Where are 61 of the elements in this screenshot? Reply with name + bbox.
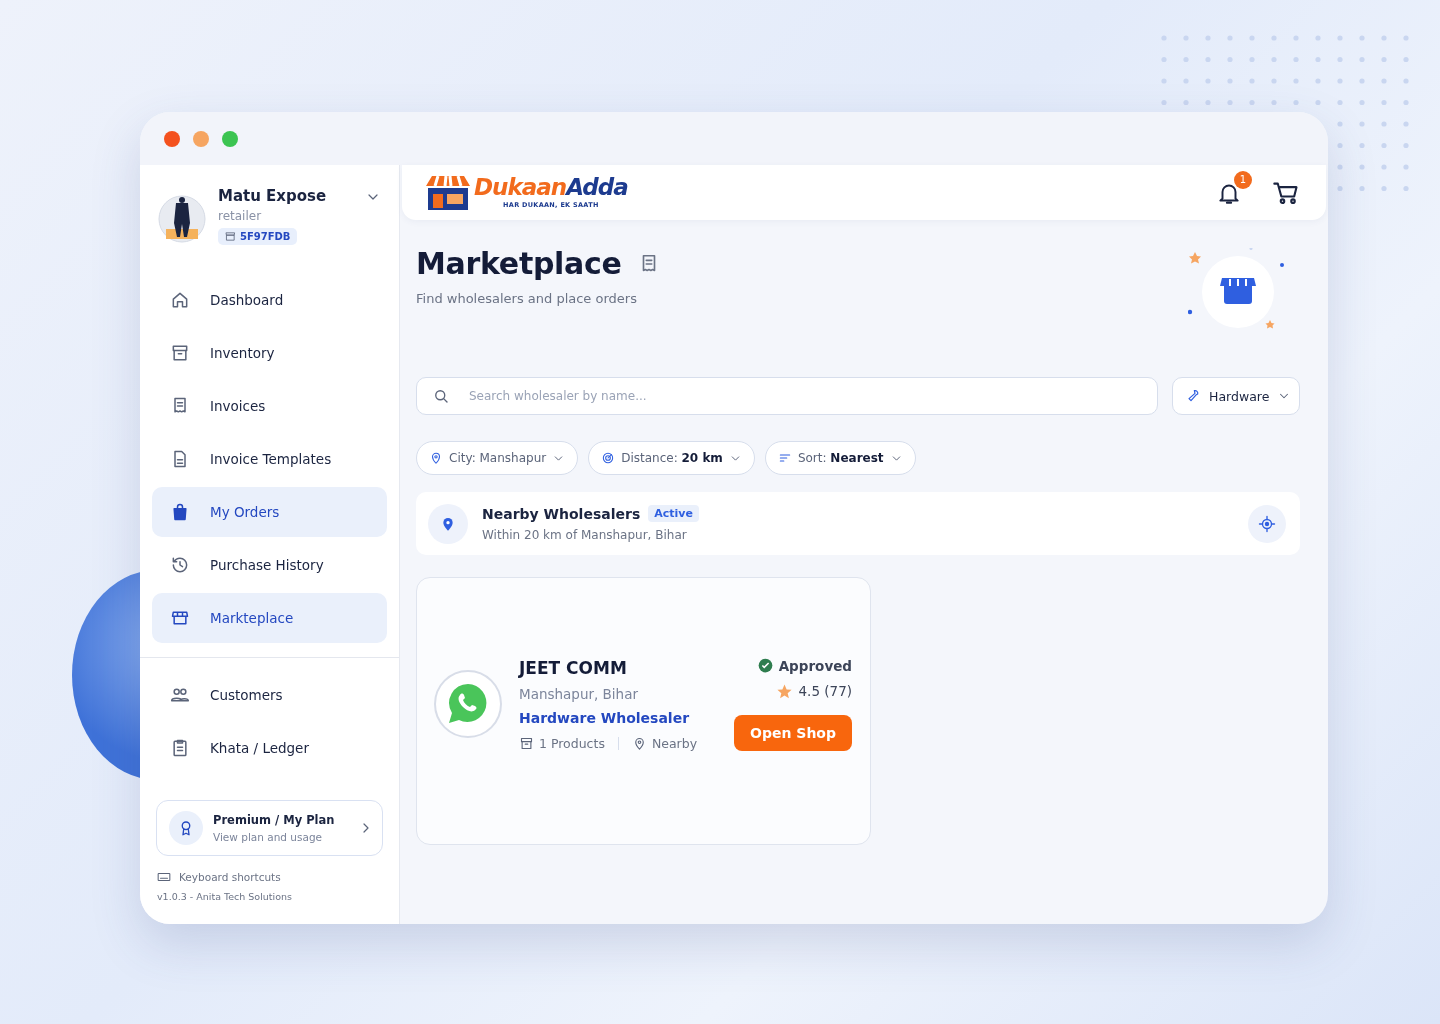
shopping-bag-icon xyxy=(170,502,190,522)
archive-box-icon xyxy=(170,343,190,363)
shop-name: JEET COMM xyxy=(519,657,628,678)
nav-item[interactable]: Customers xyxy=(152,670,387,720)
nav-item[interactable]: Khata / Ledger xyxy=(152,723,387,773)
plan-subtitle: View plan and usage xyxy=(213,831,324,843)
sort-lines-icon xyxy=(777,451,792,465)
nav-item[interactable]: Dashboard xyxy=(152,275,387,325)
location-pin-icon xyxy=(429,451,443,465)
logo-text: Adda xyxy=(566,174,628,200)
history-icon xyxy=(170,555,190,575)
people-icon xyxy=(170,685,190,705)
storefront-icon xyxy=(170,608,190,628)
nav-item[interactable]: Invoices xyxy=(152,381,387,431)
filter-chip[interactable]: City: Manshapur xyxy=(416,441,579,475)
store-icon xyxy=(225,231,236,242)
distance-label: Nearby xyxy=(651,735,698,751)
approval-status: Approved xyxy=(778,657,852,674)
crosshair-icon xyxy=(1258,514,1276,533)
search-icon xyxy=(432,387,450,405)
category-link[interactable]: Hardware Wholesaler xyxy=(519,709,719,726)
keyboard-shortcuts-link[interactable]: Keyboard shortcuts xyxy=(179,871,281,883)
nav-item[interactable]: My Orders xyxy=(152,487,387,537)
page-subtitle: Find wholesalers and place orders xyxy=(416,291,638,306)
plan-title: Premium / My Plan xyxy=(213,813,336,827)
filter-chip[interactable]: Sort: Nearest xyxy=(764,441,916,475)
nav-item[interactable]: Purchase History xyxy=(152,540,387,590)
maximize-button[interactable] xyxy=(222,130,238,147)
nav-item[interactable]: Invoice Templates xyxy=(152,434,387,484)
status-badge: Active xyxy=(648,505,699,522)
search-field[interactable]: Search wholesaler by name... xyxy=(416,377,1158,415)
filter-chip[interactable]: Distance: 20 km xyxy=(588,441,755,475)
banner-title: Nearby Wholesalers xyxy=(482,505,641,522)
nav-item[interactable]: Inventory xyxy=(152,328,387,378)
radar-icon xyxy=(601,451,616,465)
logo-text: Dukaan xyxy=(474,174,567,200)
notification-badge: 1 xyxy=(1234,170,1252,189)
user-role: retailer xyxy=(218,209,263,223)
category-dropdown[interactable]: Hardware xyxy=(1172,377,1300,415)
user-name: Matu Expose xyxy=(218,187,328,205)
banner-subtitle: Within 20 km of Manshapur, Bihar xyxy=(482,528,688,542)
shop-location: Manshapur, Bihar xyxy=(519,685,639,702)
close-button[interactable] xyxy=(164,130,180,147)
nav-item[interactable]: Markteplace xyxy=(152,593,387,643)
storefront-logo-icon xyxy=(424,173,472,212)
wrench-icon xyxy=(1185,388,1201,404)
plan-card[interactable]: Premium / My Plan View plan and usage xyxy=(156,800,383,856)
home-icon xyxy=(170,290,190,310)
clipboard-icon xyxy=(170,738,190,758)
chat-phone-icon xyxy=(433,669,503,739)
star-icon xyxy=(775,682,793,700)
page-title: Marketplace xyxy=(416,246,622,281)
archive-box-icon xyxy=(519,735,534,751)
rating-text: 4.5 (77) xyxy=(798,683,852,699)
product-count: 1 Products xyxy=(539,735,605,751)
shop-code: 5F97FDB xyxy=(240,231,291,242)
locate-button[interactable] xyxy=(1248,504,1286,543)
version-text: v1.0.3 - Anita Tech Solutions xyxy=(156,891,293,902)
minimize-button[interactable] xyxy=(193,130,209,147)
check-badge-icon xyxy=(757,658,773,673)
keyboard-icon xyxy=(157,870,171,884)
